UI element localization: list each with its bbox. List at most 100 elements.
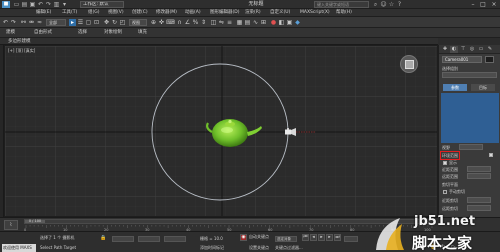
menu-maxscript[interactable]: MAXScript(X) bbox=[300, 9, 330, 17]
undo-icon[interactable]: ↶ bbox=[37, 1, 44, 8]
ribbon-tab-freeform[interactable]: 自由形式 bbox=[34, 29, 52, 37]
menu-group[interactable]: 组(G) bbox=[88, 9, 100, 17]
add-time-tag[interactable]: 添加时间标记 bbox=[200, 245, 224, 250]
region-select-icon[interactable]: ▢ bbox=[85, 19, 92, 26]
y-coord-field[interactable] bbox=[138, 236, 160, 242]
previous-frame-icon[interactable]: ◂ bbox=[310, 234, 317, 241]
redo-icon[interactable]: ↷ bbox=[45, 1, 52, 8]
new-file-icon[interactable]: ▭ bbox=[13, 1, 20, 8]
close-icon[interactable]: × bbox=[489, 0, 499, 9]
object-color-swatch[interactable] bbox=[485, 56, 494, 63]
menu-animation[interactable]: 动画(A) bbox=[185, 9, 201, 17]
fov-field[interactable] bbox=[459, 144, 483, 150]
menu-help[interactable]: 帮助(H) bbox=[336, 9, 352, 17]
next-frame-icon[interactable]: ▸ bbox=[326, 234, 333, 241]
viewport-canvas[interactable] bbox=[5, 46, 438, 217]
angle-snap-icon[interactable]: ∠ bbox=[184, 19, 191, 26]
create-tab-icon[interactable]: ✚ bbox=[441, 46, 449, 53]
menu-edit[interactable]: 编辑(E) bbox=[36, 9, 51, 17]
app-logo-icon[interactable]: ■ bbox=[2, 1, 10, 8]
bind-space-warp-icon[interactable]: ≈ bbox=[36, 19, 43, 26]
select-manipulate-icon[interactable]: ✜ bbox=[158, 19, 165, 26]
redo-icon[interactable]: ↷ bbox=[10, 19, 17, 26]
menu-customize[interactable]: 自定义(U) bbox=[270, 9, 290, 17]
quick-access-dropdown-icon[interactable]: ▾ bbox=[61, 1, 68, 8]
motion-tab-icon[interactable]: ◎ bbox=[468, 46, 476, 53]
layer-explorer-icon[interactable]: ▦ bbox=[236, 19, 243, 26]
percent-snap-icon[interactable]: % bbox=[192, 19, 199, 26]
selection-filter-dropdown[interactable]: 全部 bbox=[46, 19, 66, 26]
select-link-icon[interactable]: ⚯ bbox=[20, 19, 27, 26]
select-object-icon[interactable]: ▸ bbox=[69, 19, 76, 26]
menu-graph-editors[interactable]: 图形编辑器(D) bbox=[210, 9, 239, 17]
save-icon[interactable]: ▣ bbox=[29, 1, 36, 8]
params-button[interactable]: 参数 bbox=[443, 84, 467, 91]
minimize-icon[interactable]: – bbox=[468, 0, 478, 9]
far-range-field[interactable] bbox=[467, 173, 491, 179]
lock-selection-icon[interactable]: 🔒 bbox=[100, 235, 107, 242]
mini-curve-editor-icon[interactable]: ⌇ bbox=[4, 220, 18, 230]
render-production-icon[interactable]: ◆ bbox=[294, 19, 301, 26]
undo-icon[interactable]: ↶ bbox=[2, 19, 9, 26]
play-icon[interactable]: ▸ bbox=[318, 234, 325, 241]
hierarchy-tab-icon[interactable]: ⊤ bbox=[459, 46, 467, 53]
search-icon[interactable]: ⌕ bbox=[372, 1, 379, 8]
modifier-stack-list[interactable] bbox=[441, 93, 499, 143]
schematic-view-icon[interactable]: ⊞ bbox=[260, 19, 267, 26]
utilities-tab-icon[interactable]: ✎ bbox=[486, 46, 494, 53]
modifier-list-dropdown[interactable] bbox=[442, 72, 497, 78]
align-icon[interactable]: ≡ bbox=[226, 19, 233, 26]
ribbon-tab-selection[interactable]: 选择 bbox=[78, 29, 87, 37]
display-tab-icon[interactable]: ▭ bbox=[477, 46, 485, 53]
scale-icon[interactable]: ◰ bbox=[119, 19, 126, 26]
named-selection-icon[interactable]: ◫ bbox=[210, 19, 217, 26]
ribbon-tab-object-paint[interactable]: 对象绘制 bbox=[104, 29, 122, 37]
toggle-ribbon-icon[interactable]: ▤ bbox=[244, 19, 251, 26]
maximize-icon[interactable]: □ bbox=[478, 0, 488, 9]
target-button[interactable]: 目标 bbox=[471, 84, 495, 91]
near-clip-field[interactable] bbox=[467, 197, 491, 203]
user-icon[interactable]: ☺ bbox=[380, 1, 387, 8]
auto-key-label[interactable]: 自动关键点 bbox=[249, 234, 269, 239]
help-icon[interactable]: ? bbox=[396, 1, 403, 8]
set-key-label[interactable]: 设置关键点 bbox=[249, 245, 269, 250]
current-frame-field[interactable] bbox=[344, 236, 358, 242]
unlink-icon[interactable]: ⚮ bbox=[28, 19, 35, 26]
far-clip-field[interactable] bbox=[467, 205, 491, 211]
viewport-label[interactable]: [+] [顶] [真实] bbox=[8, 48, 35, 53]
search-input[interactable]: 键入关键字或短语 bbox=[314, 1, 369, 8]
selected-object-dropdown[interactable]: 选定对象 bbox=[275, 236, 297, 242]
pivot-center-icon[interactable]: ⊕ bbox=[150, 19, 157, 26]
spinner-snap-icon[interactable]: ⇕ bbox=[200, 19, 207, 26]
open-file-icon[interactable]: ▤ bbox=[21, 1, 28, 8]
near-range-field[interactable] bbox=[467, 166, 491, 172]
menu-modifiers[interactable]: 修改器(M) bbox=[156, 9, 177, 17]
menu-create[interactable]: 创建(C) bbox=[132, 9, 148, 17]
menu-views[interactable]: 视图(V) bbox=[108, 9, 124, 17]
star-icon[interactable]: ☆ bbox=[388, 1, 395, 8]
mirror-icon[interactable]: ⇋ bbox=[218, 19, 225, 26]
viewcube-icon[interactable] bbox=[400, 55, 418, 73]
reference-coordinate-dropdown[interactable]: 视图 bbox=[129, 19, 147, 26]
material-editor-icon[interactable]: ● bbox=[270, 19, 277, 26]
snap-toggle-icon[interactable]: ∩ bbox=[176, 19, 183, 26]
modify-tab-icon[interactable]: ◐ bbox=[450, 46, 458, 53]
move-icon[interactable]: ✥ bbox=[103, 19, 110, 26]
x-coord-field[interactable] bbox=[112, 236, 134, 242]
project-folder-icon[interactable]: ▥ bbox=[53, 1, 60, 8]
auto-key-button[interactable]: ◉ bbox=[240, 234, 247, 241]
menu-rendering[interactable]: 渲染(R) bbox=[245, 9, 261, 17]
select-by-name-icon[interactable]: ☰ bbox=[77, 19, 84, 26]
workspace-dropdown[interactable]: 工作区: 默认 bbox=[80, 1, 124, 8]
environment-checkbox[interactable] bbox=[489, 153, 493, 157]
menu-tools[interactable]: 工具(T) bbox=[62, 9, 77, 17]
render-setup-icon[interactable]: ◧ bbox=[278, 19, 285, 26]
ribbon-tab-populate[interactable]: 填充 bbox=[138, 29, 147, 37]
curve-editor-icon[interactable]: ∿ bbox=[252, 19, 259, 26]
z-coord-field[interactable] bbox=[164, 236, 186, 242]
maxscript-listener[interactable]: 欢迎使用 MAXS bbox=[2, 244, 36, 252]
rotate-icon[interactable]: ↻ bbox=[111, 19, 118, 26]
key-filters-button[interactable]: 关键点过滤器... bbox=[275, 245, 303, 250]
ribbon-tab-modeling[interactable]: 建模 bbox=[6, 29, 15, 37]
window-crossing-icon[interactable]: ⊡ bbox=[93, 19, 100, 26]
